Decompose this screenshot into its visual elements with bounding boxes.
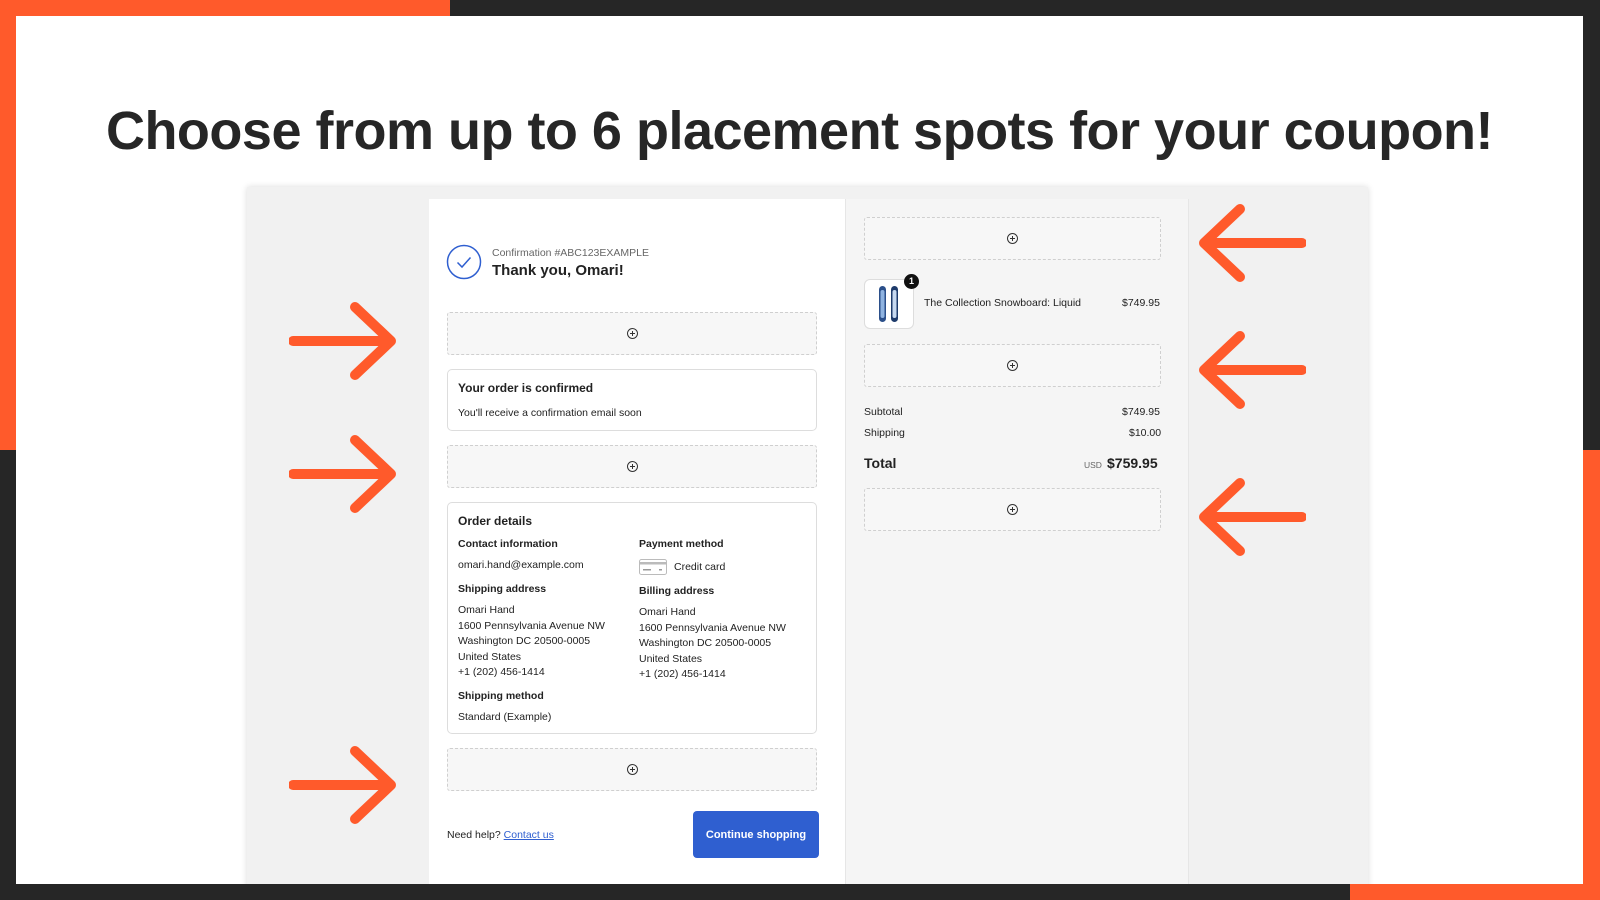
shipping-label: Shipping xyxy=(864,427,905,439)
add-circle-icon xyxy=(1007,233,1018,244)
arrow-left-icon xyxy=(1199,204,1306,282)
add-circle-icon xyxy=(626,461,638,472)
coupon-placement-spot-5[interactable] xyxy=(864,344,1161,387)
shipping-method-label: Shipping method xyxy=(458,690,544,702)
check-circle-icon xyxy=(446,244,482,280)
confirmation-number: Confirmation #ABC123EXAMPLE xyxy=(492,247,649,259)
shipping-address-line: +1 (202) 456-1414 xyxy=(458,666,545,678)
total-value: $759.95 xyxy=(1107,455,1158,471)
currency-code: USD xyxy=(1084,460,1102,470)
billing-address-line: +1 (202) 456-1414 xyxy=(639,668,726,680)
order-confirmed-card: Your order is confirmed You'll receive a… xyxy=(447,369,817,431)
arrow-right-icon xyxy=(289,435,396,513)
billing-address-line: Washington DC 20500-0005 xyxy=(639,637,772,649)
contact-email: omari.hand@example.com xyxy=(458,559,584,571)
shipping-address-label: Shipping address xyxy=(458,583,547,595)
product-name: The Collection Snowboard: Liquid xyxy=(924,297,1082,309)
add-circle-icon xyxy=(626,764,638,775)
coupon-placement-spot-1[interactable] xyxy=(447,312,817,355)
coupon-placement-spot-4[interactable] xyxy=(864,217,1161,260)
arrow-right-icon xyxy=(289,746,396,824)
order-status-panel: Confirmation #ABC123EXAMPLE Thank you, O… xyxy=(429,199,846,884)
order-details-title: Order details xyxy=(458,514,533,528)
product-price: $749.95 xyxy=(1122,297,1160,309)
coupon-placement-spot-3[interactable] xyxy=(447,748,817,791)
thank-you-heading: Thank you, Omari! xyxy=(492,262,624,279)
subtotal-label: Subtotal xyxy=(864,406,903,418)
subtotal-value: $749.95 xyxy=(1122,406,1160,418)
add-circle-icon xyxy=(1007,504,1018,515)
continue-shopping-button[interactable]: Continue shopping xyxy=(693,811,819,858)
need-help-text: Need help? Contact us xyxy=(447,829,554,841)
contact-info-label: Contact information xyxy=(458,538,558,550)
billing-address-label: Billing address xyxy=(639,585,715,597)
add-circle-icon xyxy=(1007,360,1018,371)
payment-method-value: Credit card xyxy=(674,561,726,573)
shipping-method-value: Standard (Example) xyxy=(458,711,552,723)
billing-address-line: United States xyxy=(639,653,703,665)
order-summary-panel: 1 The Collection Snowboard: Liquid $749.… xyxy=(846,199,1189,884)
shipping-address-line: Washington DC 20500-0005 xyxy=(458,635,591,647)
product-thumbnail: 1 xyxy=(864,274,919,329)
coupon-placement-spot-6[interactable] xyxy=(864,488,1161,531)
payment-method-label: Payment method xyxy=(639,538,724,550)
arrow-left-icon xyxy=(1199,478,1306,556)
arrow-right-icon xyxy=(289,302,396,380)
shipping-address-line: 1600 Pennsylvania Avenue NW xyxy=(458,620,605,632)
arrow-left-icon xyxy=(1199,331,1306,409)
credit-card-icon xyxy=(639,559,667,575)
contact-us-link[interactable]: Contact us xyxy=(504,829,554,841)
coupon-placement-spot-2[interactable] xyxy=(447,445,817,488)
shipping-address-line: Omari Hand xyxy=(458,604,515,616)
total-label: Total xyxy=(864,455,897,471)
slide-headline: Choose from up to 6 placement spots for … xyxy=(105,101,1494,161)
shipping-address-line: United States xyxy=(458,651,522,663)
order-confirmed-message: You'll receive a confirmation email soon xyxy=(458,407,642,419)
slide: Choose from up to 6 placement spots for … xyxy=(16,16,1583,884)
add-circle-icon xyxy=(626,328,638,339)
order-details-card: Order details Contact information omari.… xyxy=(447,502,817,734)
billing-address-line: 1600 Pennsylvania Avenue NW xyxy=(639,622,786,634)
billing-address-line: Omari Hand xyxy=(639,606,696,618)
order-confirmed-title: Your order is confirmed xyxy=(458,381,594,395)
need-help-label: Need help? xyxy=(447,829,501,841)
quantity-badge: 1 xyxy=(904,274,919,289)
shipping-value: $10.00 xyxy=(1129,427,1162,439)
